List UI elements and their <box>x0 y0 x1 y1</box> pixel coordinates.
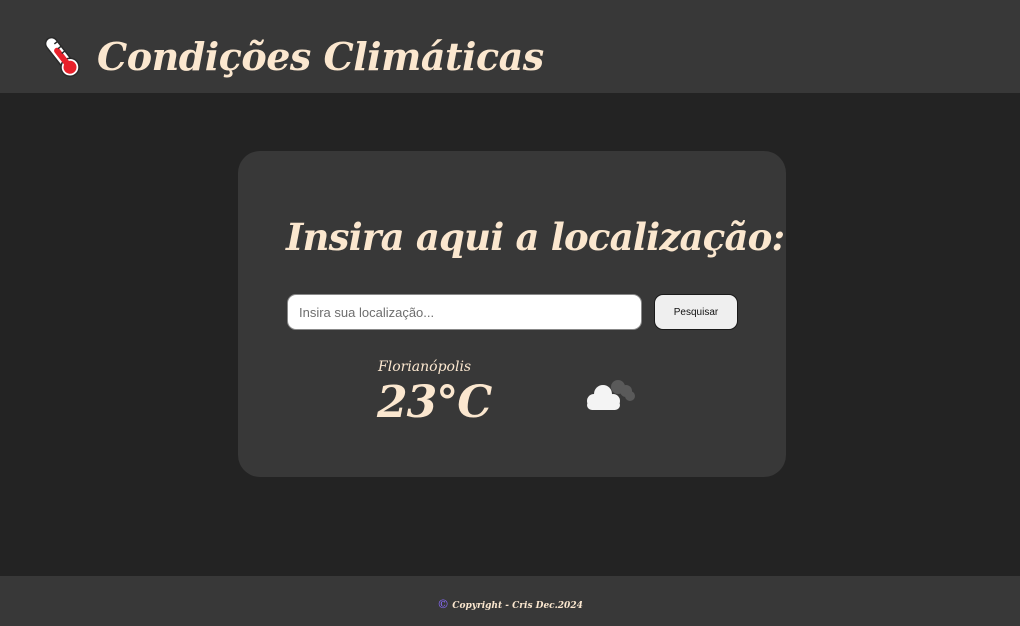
city-name: Florianópolis <box>378 359 472 375</box>
cloudy-icon <box>587 380 635 410</box>
thermometer-icon <box>44 36 80 77</box>
temperature-value: 23°C <box>377 377 492 428</box>
app-header: Condições Climáticas <box>0 0 1020 93</box>
search-button[interactable]: Pesquisar <box>654 294 738 330</box>
copyright-icon: © <box>437 597 450 611</box>
search-heading: Insira aqui a localização: <box>286 215 785 259</box>
copyright-line: © Copyright - Cris Dec.2024 <box>0 597 1020 611</box>
search-card: Insira aqui a localização: Pesquisar Flo… <box>238 151 786 477</box>
location-search-input[interactable] <box>287 294 642 330</box>
app-title: Condições Climáticas <box>97 34 544 79</box>
copyright-text: Copyright - Cris Dec.2024 <box>452 601 583 611</box>
page-footer: © Copyright - Cris Dec.2024 <box>0 576 1020 626</box>
